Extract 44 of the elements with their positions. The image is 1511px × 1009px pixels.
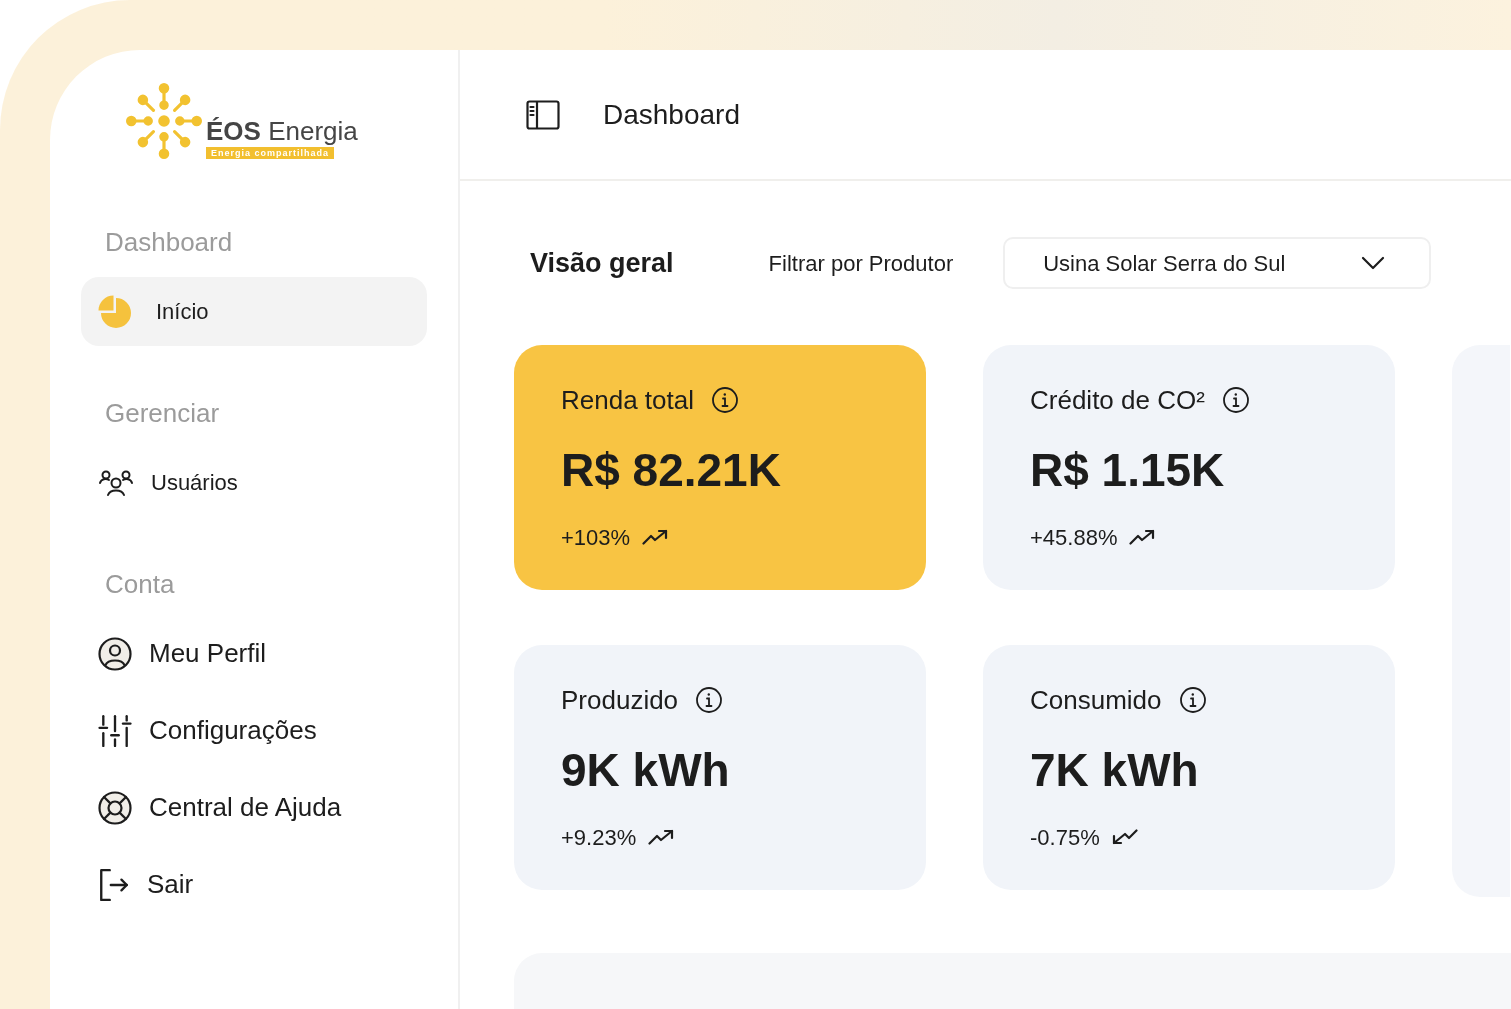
- info-icon[interactable]: [696, 687, 723, 713]
- card-value: R$ 82.21K: [561, 443, 781, 498]
- producer-dropdown[interactable]: Usina Solar Serra do Sul: [1003, 237, 1432, 289]
- lifebuoy-icon: [98, 790, 132, 825]
- info-icon[interactable]: [712, 387, 738, 413]
- section-label: Conta: [105, 568, 175, 600]
- user-circle-icon: [98, 636, 132, 671]
- info-icon[interactable]: [1179, 687, 1206, 713]
- change-percent: +103%: [561, 523, 631, 552]
- section-title: Visão geral: [530, 246, 674, 280]
- card-title: Consumido: [1030, 683, 1162, 717]
- change-percent: +9.23%: [561, 823, 637, 852]
- logo-tagline: Energia compartilhada: [206, 147, 335, 159]
- section-label: Dashboard: [105, 226, 233, 258]
- change-percent: +45.88%: [1030, 523, 1118, 552]
- sun-logo-icon: [126, 83, 202, 159]
- logout-icon: [98, 867, 130, 902]
- trend-down-icon: [1111, 829, 1138, 845]
- users-icon: [98, 468, 134, 497]
- chevron-down-icon: [1361, 256, 1386, 270]
- section-label: Gerenciar: [105, 397, 220, 429]
- change-percent: -0.75%: [1030, 823, 1100, 852]
- trend-up-icon: [642, 529, 669, 545]
- page-title: Dashboard: [603, 97, 740, 132]
- sidebar-item[interactable]: Configurações: [81, 696, 427, 765]
- pie-chart-icon: [98, 294, 132, 329]
- card-title: Crédito de CO²: [1030, 383, 1205, 417]
- sliders-icon: [98, 713, 132, 748]
- info-icon[interactable]: [1222, 387, 1249, 413]
- card-value: R$ 1.15K: [1030, 443, 1225, 498]
- trend-up-icon: [648, 829, 675, 845]
- filter-label: Filtrar por Produtor: [768, 249, 954, 278]
- sidebar-item[interactable]: Central de Ajuda: [81, 773, 427, 842]
- card-value: 7K kWh: [1030, 743, 1199, 798]
- card-value: 9K kWh: [561, 743, 730, 798]
- sidebar-toggle-icon[interactable]: [526, 99, 560, 130]
- sidebar-item[interactable]: Início: [81, 277, 427, 346]
- sidebar-item[interactable]: Sair: [81, 850, 427, 919]
- trend-up-icon: [1129, 529, 1156, 545]
- card-title: Renda total: [561, 383, 694, 417]
- sidebar-item[interactable]: Usuários: [81, 448, 427, 517]
- sidebar-item[interactable]: Meu Perfil: [81, 619, 427, 688]
- logo-wordmark: ÉOS Energia: [206, 116, 358, 146]
- card-title: Produzido: [561, 683, 679, 717]
